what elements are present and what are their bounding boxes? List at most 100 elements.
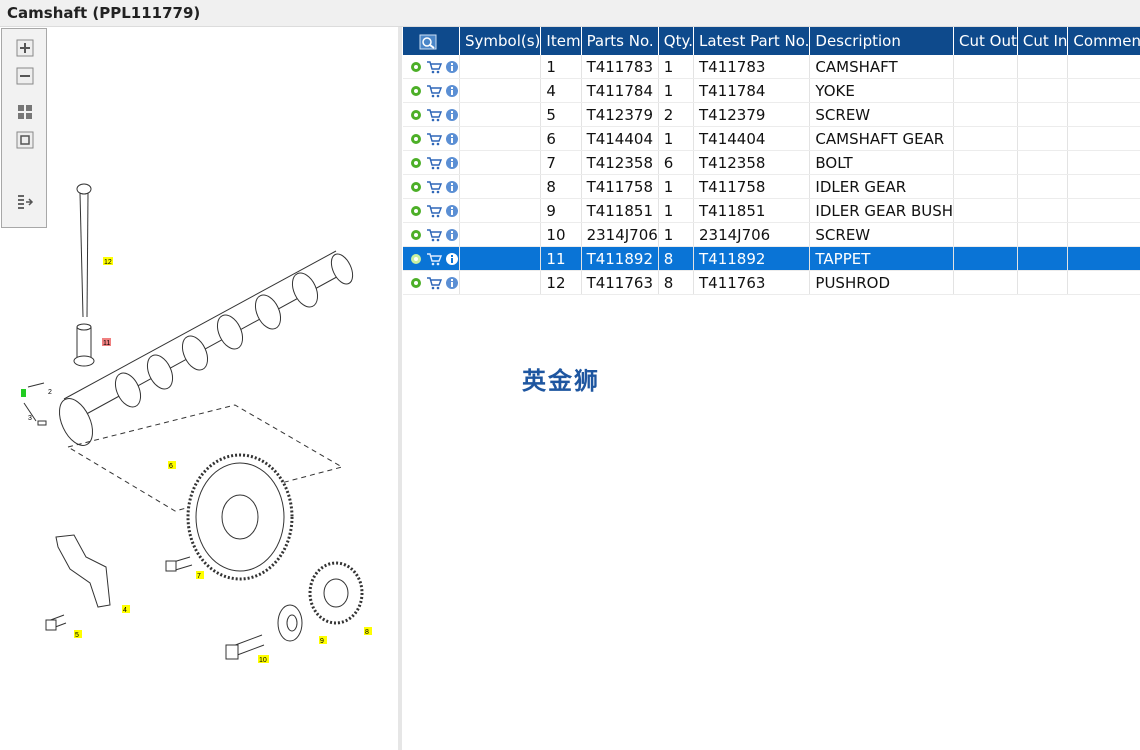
info-icon[interactable] bbox=[445, 276, 459, 290]
table-row[interactable]: 12 T411763 8 T411763 PUSHROD bbox=[403, 270, 1140, 295]
gear-icon[interactable] bbox=[409, 84, 423, 98]
cart-icon[interactable] bbox=[426, 60, 442, 74]
qty-cell: 8 bbox=[658, 270, 695, 295]
latest-part-no-cell: T412358 bbox=[693, 150, 811, 175]
gear-icon[interactable] bbox=[409, 132, 423, 146]
latest-part-no-cell: T411784 bbox=[693, 78, 811, 103]
column-header-latest-part-no[interactable]: Latest Part No. bbox=[693, 27, 811, 55]
info-icon[interactable] bbox=[445, 156, 459, 170]
pushrod-drawing bbox=[76, 183, 92, 318]
gear-icon[interactable] bbox=[409, 156, 423, 170]
column-header-cut-out[interactable]: Cut Out bbox=[953, 27, 1018, 55]
row-actions bbox=[403, 102, 460, 127]
latest-part-no-cell: T411851 bbox=[693, 198, 811, 223]
parts-no-cell: T411763 bbox=[581, 270, 659, 295]
row-actions bbox=[403, 174, 460, 199]
cart-icon[interactable] bbox=[426, 228, 442, 242]
comment-cell bbox=[1067, 246, 1140, 271]
comment-cell bbox=[1067, 102, 1140, 127]
parts-no-cell: T412358 bbox=[581, 150, 659, 175]
cart-icon[interactable] bbox=[426, 204, 442, 218]
symbols-cell bbox=[459, 126, 542, 151]
column-header-comment[interactable]: Comment bbox=[1067, 27, 1140, 55]
table-row[interactable]: 9 T411851 1 T411851 IDLER GEAR BUSH bbox=[403, 198, 1140, 223]
cut-in-cell bbox=[1017, 102, 1069, 127]
cart-icon[interactable] bbox=[426, 132, 442, 146]
cut-in-cell bbox=[1017, 78, 1069, 103]
table-header-row: Symbol(s) Item Parts No. Qty. Latest Par… bbox=[403, 27, 1140, 55]
gear-icon[interactable] bbox=[409, 276, 423, 290]
qty-cell: 6 bbox=[658, 150, 695, 175]
callout-label: 4 bbox=[123, 607, 127, 614]
row-actions bbox=[403, 222, 460, 247]
cart-icon[interactable] bbox=[426, 252, 442, 266]
parts-no-cell: T412379 bbox=[581, 102, 659, 127]
cut-out-cell bbox=[953, 174, 1018, 199]
window-titlebar: Camshaft (PPL111779) bbox=[0, 0, 1140, 27]
cut-in-cell bbox=[1017, 198, 1069, 223]
column-header-qty[interactable]: Qty. bbox=[658, 27, 695, 55]
cut-in-cell bbox=[1017, 126, 1069, 151]
cut-in-cell bbox=[1017, 174, 1069, 199]
cut-out-cell bbox=[953, 55, 1018, 79]
item-cell: 10 bbox=[540, 222, 582, 247]
parts-no-cell: T414404 bbox=[581, 126, 659, 151]
search-icon[interactable] bbox=[419, 34, 437, 50]
item-cell: 6 bbox=[540, 126, 582, 151]
cart-icon[interactable] bbox=[426, 156, 442, 170]
yoke-drawing bbox=[55, 534, 111, 608]
info-icon[interactable] bbox=[445, 228, 459, 242]
table-row[interactable]: 10 2314J706 1 2314J706 SCREW bbox=[403, 222, 1140, 247]
table-row[interactable]: 11 T411892 8 T411892 TAPPET bbox=[403, 246, 1140, 271]
cut-out-cell bbox=[953, 126, 1018, 151]
cart-icon[interactable] bbox=[426, 276, 442, 290]
qty-cell: 8 bbox=[658, 246, 695, 271]
row-actions bbox=[403, 55, 460, 79]
cart-icon[interactable] bbox=[426, 84, 442, 98]
column-header-description[interactable]: Description bbox=[809, 27, 955, 55]
table-row[interactable]: 4 T411784 1 T411784 YOKE bbox=[403, 78, 1140, 103]
item-cell: 12 bbox=[540, 270, 582, 295]
info-icon[interactable] bbox=[445, 84, 459, 98]
cart-icon[interactable] bbox=[426, 180, 442, 194]
cart-icon[interactable] bbox=[426, 108, 442, 122]
table-row[interactable]: 1 T411783 1 T411783 CAMSHAFT bbox=[403, 55, 1140, 79]
parts-table: Symbol(s) Item Parts No. Qty. Latest Par… bbox=[403, 27, 1140, 295]
diagram-panel[interactable]: 12 11 2 3 6 7 4 5 8 9 10 bbox=[0, 27, 398, 750]
table-row[interactable]: 7 T412358 6 T412358 BOLT bbox=[403, 150, 1140, 175]
qty-cell: 2 bbox=[658, 102, 695, 127]
parts-no-cell: T411783 bbox=[581, 55, 659, 79]
gear-icon[interactable] bbox=[409, 228, 423, 242]
info-icon[interactable] bbox=[445, 180, 459, 194]
column-header-cut-in[interactable]: Cut In bbox=[1017, 27, 1069, 55]
item-cell: 8 bbox=[540, 174, 582, 199]
info-icon[interactable] bbox=[445, 60, 459, 74]
column-header-tools[interactable] bbox=[403, 27, 460, 55]
gear-icon[interactable] bbox=[409, 180, 423, 194]
column-header-item[interactable]: Item bbox=[540, 27, 582, 55]
comment-cell bbox=[1067, 270, 1140, 295]
callout-label: 7 bbox=[197, 573, 201, 580]
symbols-cell bbox=[459, 150, 542, 175]
table-row[interactable]: 5 T412379 2 T412379 SCREW bbox=[403, 102, 1140, 127]
info-icon[interactable] bbox=[445, 132, 459, 146]
parts-list-panel: Symbol(s) Item Parts No. Qty. Latest Par… bbox=[402, 27, 1140, 750]
info-icon[interactable] bbox=[445, 252, 459, 266]
item-cell: 7 bbox=[540, 150, 582, 175]
window-title: Camshaft (PPL111779) bbox=[7, 4, 201, 22]
callout-label: 11 bbox=[103, 340, 110, 347]
cut-out-cell bbox=[953, 270, 1018, 295]
column-header-parts-no[interactable]: Parts No. bbox=[581, 27, 659, 55]
gear-icon[interactable] bbox=[409, 252, 423, 266]
table-row[interactable]: 6 T414404 1 T414404 CAMSHAFT GEAR bbox=[403, 126, 1140, 151]
description-cell: CAMSHAFT GEAR bbox=[809, 126, 955, 151]
info-icon[interactable] bbox=[445, 204, 459, 218]
info-icon[interactable] bbox=[445, 108, 459, 122]
gear-icon[interactable] bbox=[409, 108, 423, 122]
column-header-symbols[interactable]: Symbol(s) bbox=[459, 27, 542, 55]
table-row[interactable]: 8 T411758 1 T411758 IDLER GEAR bbox=[403, 174, 1140, 199]
comment-cell bbox=[1067, 174, 1140, 199]
description-cell: BOLT bbox=[809, 150, 955, 175]
gear-icon[interactable] bbox=[409, 204, 423, 218]
gear-icon[interactable] bbox=[409, 60, 423, 74]
